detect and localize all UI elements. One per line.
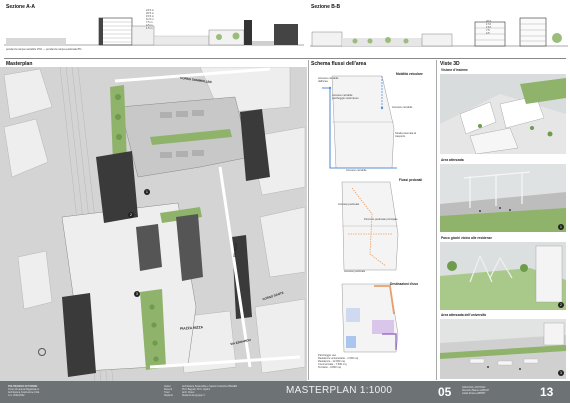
view-render-overview [440,74,566,154]
level-label: 4.5 [486,32,490,35]
schema-title: Schema flussi dell'area [311,61,367,67]
panel-label: Destinazioni d'uso [390,282,419,286]
view-render-playground [440,242,566,310]
section-a-levels: 24.5 m 20.5 m 15.5 m 11.5 m 7.5 m 4.5 m … [146,9,166,30]
flow-note: Accesso carrabile dall'area [318,77,339,83]
ramp-note: pendenza rampa carrabile 15% [6,48,43,51]
school-line: A.A. 2021/2022 [8,394,25,397]
marker-number: 3 [560,371,562,375]
meta-labels: Atelier Docenti Tutor Studenti [164,385,180,397]
view-marker: 2 [128,212,134,218]
view-render-equipped-area [440,164,566,232]
legend-item: Terziario - 3.800 mq [318,366,341,369]
marker-number: 2 [130,213,132,217]
view-label: Parco giochi vicino alle residenze [441,236,493,240]
ramp-note: pendenza rampa pedonale 8% [46,48,82,51]
marker-number: 1 [146,190,148,194]
view-marker: 1 [144,189,150,195]
school-block: POLITECNICO DI TORINO Corso di Laurea Ma… [8,385,78,397]
land-use-legend: Parcheggio uso Residenze universitarie -… [318,354,378,369]
flow-diagram-pedestrian [341,181,399,271]
flow-note: Accesso carrabile parcheggio sotterraneo [332,94,359,100]
flow-note: Accesso carrabile [392,106,413,109]
meta-values: Architettura Sostenibile e Spazio Costru… [182,385,272,397]
view-marker: 2 [558,302,564,308]
view-marker: 1 [558,224,564,230]
sheet-title: MASTERPLAN 1:1000 [286,385,393,396]
marker-number: 3 [136,292,138,296]
divider [308,60,309,380]
view-label: Area attrezzata [441,158,464,162]
table-number: 13 [540,385,554,399]
flow-diagram-vehicular [322,75,397,169]
flow-note: Percorso pedonale principale [364,218,398,221]
views-title: Viste 3D [440,61,460,67]
view-label: Visione d'insieme [441,68,468,72]
flow-note: Strada riservata al trasporto [395,132,417,138]
view-marker: 3 [134,291,140,297]
flow-note: Accesso pedonale [344,270,366,273]
group-number: 05 [438,385,452,399]
credits: NATALINA, ANTONIO Riccardo Bianco s28464… [462,386,532,395]
section-b-levels: 20.5 17.0 13.0 7.5 4.5 [486,20,500,35]
flow-note: Accesso carrabile [346,169,367,172]
marker-number: 1 [560,225,562,229]
panel-label: Flussi pedonali [399,178,423,182]
credit-line: Giulia Rossa s285557 [462,392,486,395]
level-label: 1.5 m [146,27,153,30]
view-label: Area attrezzata dell'università [441,313,486,317]
panel-label: Mobilità veicolare [396,72,423,76]
flow-note: Accesso pedonale [338,203,360,206]
meta-value: Studenti del gruppo 3 [182,394,205,397]
title-block: POLITECNICO DI TORINO Corso di Laurea Ma… [0,381,570,403]
view-render-university-area [440,319,566,379]
section-a-notes: pendenza rampa carrabile 15% — pendenza … [6,48,82,51]
north-arrow [38,348,46,356]
masterplan-map [0,67,307,381]
view-marker: 3 [558,370,564,376]
meta-label: Studenti [164,394,173,397]
marker-number: 2 [560,303,562,307]
divider [436,60,437,380]
section-b-drawing [310,17,568,47]
divider [4,58,566,59]
